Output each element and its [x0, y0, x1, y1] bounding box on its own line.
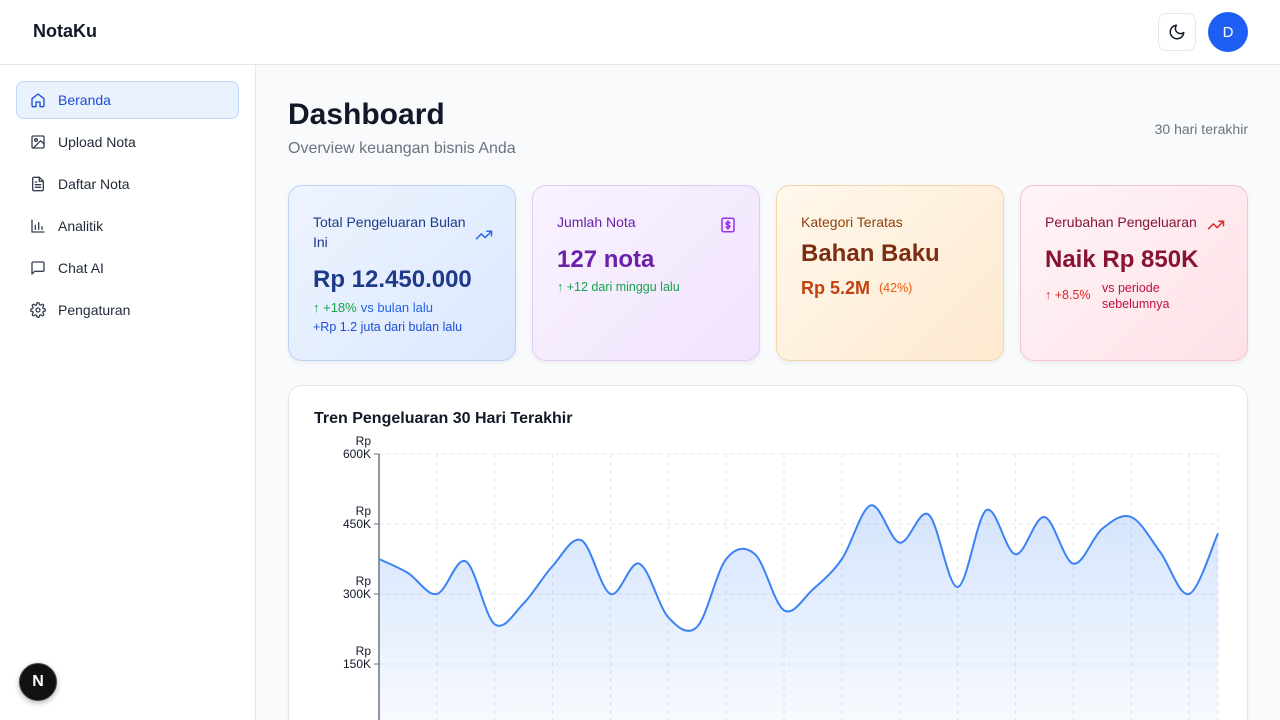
sidebar-item-label: Analitik — [58, 218, 104, 234]
trending-up-icon — [1207, 220, 1225, 230]
sidebar-item-label: Pengaturan — [58, 302, 131, 318]
bar-chart-icon — [29, 217, 47, 235]
trending-up-icon — [475, 230, 493, 240]
expense-change-card: Perubahan Pengeluaran Naik Rp 850K ↑ +8.… — [1020, 185, 1248, 361]
card-value: Bahan Baku — [801, 240, 940, 267]
card-value: 127 nota — [557, 246, 655, 273]
y-tick-label: Rp — [356, 644, 372, 658]
page-title: Dashboard — [288, 98, 445, 131]
y-tick-label: 150K — [343, 657, 371, 671]
series-area — [379, 505, 1218, 720]
brand-logo[interactable]: NotaKu — [33, 21, 97, 42]
category-percent: (42%) — [879, 281, 913, 295]
top-bar: NotaKu D — [0, 0, 1280, 65]
card-note: +Rp 1.2 juta dari bulan lalu — [313, 320, 463, 334]
theme-toggle-button[interactable] — [1158, 13, 1196, 51]
sidebar-item-upload-nota[interactable]: Upload Nota — [16, 123, 239, 161]
top-category-card: Kategori Teratas Bahan Baku Rp 5.2M (42%… — [776, 185, 1004, 361]
category-amount: Rp 5.2M — [801, 278, 871, 298]
user-avatar[interactable]: D — [1208, 12, 1248, 52]
trend-suffix: vs periode sebelumnya — [1102, 281, 1170, 311]
total-expense-card: Total Pengeluaran Bulan Ini Rp 12.450.00… — [288, 185, 516, 361]
sidebar-item-daftar-nota[interactable]: Daftar Nota — [16, 165, 239, 203]
expense-trend-chart: Rp600KRp450KRp300KRp150K — [343, 434, 1219, 720]
card-value: Naik Rp 850K — [1045, 246, 1199, 273]
card-label: Perubahan Pengeluaran — [1045, 214, 1197, 230]
card-label: Kategori Teratas — [801, 214, 903, 230]
card-value: Rp 12.450.000 — [313, 266, 472, 293]
y-tick-label: Rp — [356, 504, 372, 518]
sidebar-item-analitik[interactable]: Analitik — [16, 207, 239, 245]
trend-suffix: vs bulan lalu — [360, 300, 434, 315]
sidebar: Beranda Upload Nota Daftar Nota Analitik… — [0, 65, 256, 720]
gear-icon — [29, 301, 47, 319]
sidebar-item-label: Chat AI — [58, 260, 104, 276]
y-tick-label: Rp — [356, 434, 372, 448]
y-tick-label: 450K — [343, 517, 371, 531]
sidebar-item-chat-ai[interactable]: Chat AI — [16, 249, 239, 287]
card-label: Jumlah Nota — [557, 214, 636, 230]
message-square-icon — [29, 259, 47, 277]
sidebar-item-label: Beranda — [58, 92, 111, 108]
dollar-receipt-icon — [721, 217, 735, 233]
y-tick-label: Rp — [356, 574, 372, 588]
sidebar-item-label: Upload Nota — [58, 134, 136, 150]
page-subtitle: Overview keuangan bisnis Anda — [288, 140, 516, 157]
card-trend: ↑ +12 dari minggu lalu — [557, 280, 680, 294]
receipt-count-card: Jumlah Nota 127 nota ↑ +12 dari minggu l… — [532, 185, 760, 361]
expense-trend-chart-card: Tren Pengeluaran 30 Hari Terakhir Rp 600K… — [288, 385, 1248, 720]
card-trend: ↑ +18% vs bulan lalu — [313, 300, 433, 315]
sidebar-item-pengaturan[interactable]: Pengaturan — [16, 291, 239, 329]
date-range-label: 30 hari terakhir — [1154, 121, 1248, 137]
card-label: Total Pengeluaran Bulan Ini — [313, 214, 466, 250]
y-tick-label: 300K — [343, 587, 371, 601]
trend-percent: ↑ +18% — [313, 300, 357, 315]
file-text-icon — [29, 175, 47, 193]
trend-percent: ↑ +8.5% — [1045, 288, 1091, 302]
sidebar-item-beranda[interactable]: Beranda — [16, 81, 239, 119]
dev-tools-badge[interactable]: N — [19, 663, 57, 701]
image-icon — [29, 133, 47, 151]
sidebar-item-label: Daftar Nota — [58, 176, 130, 192]
moon-icon — [1169, 24, 1185, 40]
y-tick-label: 600K — [343, 447, 371, 461]
home-icon — [29, 91, 47, 109]
